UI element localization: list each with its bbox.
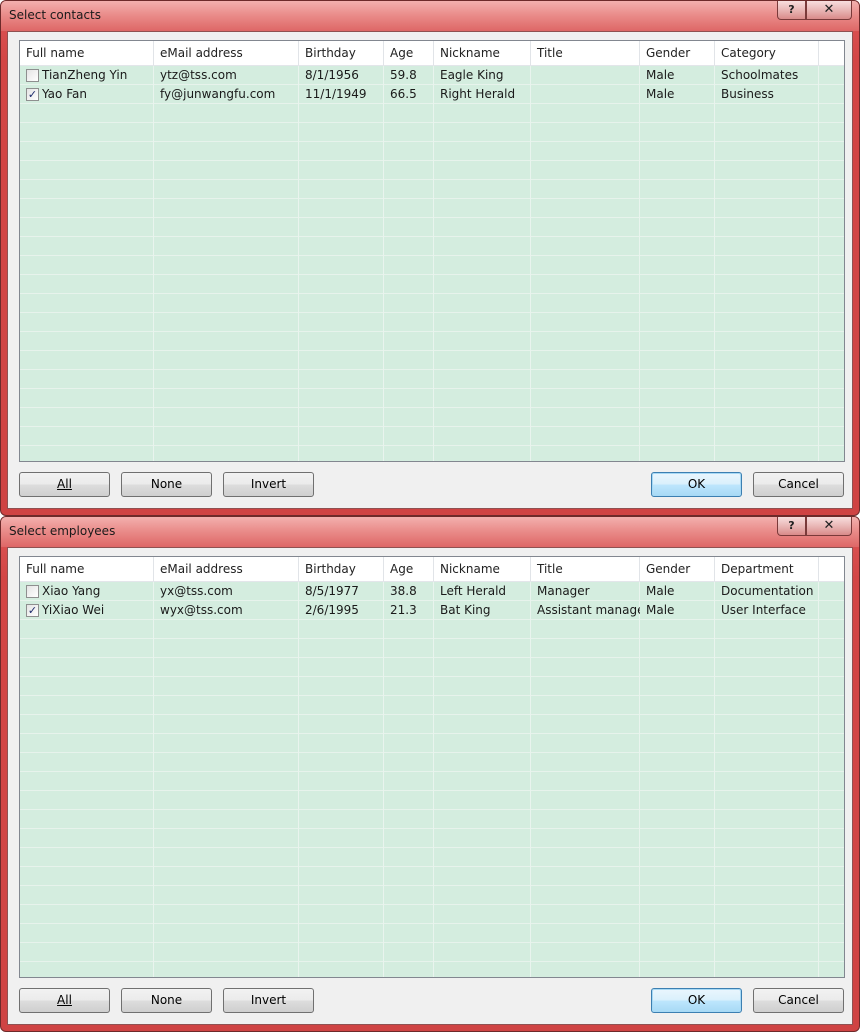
table-row[interactable]: Xiao Yang yx@tss.com 8/5/1977 38.8 Left … [20,582,844,601]
cell-email: fy@junwangfu.com [160,87,276,101]
employees-list[interactable]: Full name eMail address Birthday Age Nic… [19,556,845,978]
column-header-department[interactable]: Department [715,557,819,581]
table-row[interactable]: ✓ Yao Fan fy@junwangfu.com 11/1/1949 66.… [20,85,844,104]
cell-full-name: TianZheng Yin [42,68,128,82]
select-none-button[interactable]: None [121,472,212,497]
column-header-nickname[interactable]: Nickname [434,41,531,65]
help-button[interactable]: ? [777,1,806,20]
help-button[interactable]: ? [777,517,806,536]
cell-nickname: Eagle King [440,68,504,82]
select-all-button[interactable]: All [19,988,110,1013]
cell-title: Manager [537,584,590,598]
ok-button[interactable]: OK [651,472,742,497]
cell-full-name: Xiao Yang [42,584,101,598]
cell-age: 66.5 [390,87,417,101]
column-header-age[interactable]: Age [384,41,434,65]
title-bar[interactable]: Select contacts ? ✕ [1,1,859,31]
cancel-button[interactable]: Cancel [753,988,844,1013]
select-employees-dialog: Select employees ? ✕ Full name eMail add… [0,516,860,1032]
select-all-label: All [57,477,72,491]
cell-birthday: 8/1/1956 [305,68,359,82]
cell-department: User Interface [721,603,806,617]
cell-title [531,66,640,85]
column-header-full-name[interactable]: Full name [20,557,154,581]
select-all-button[interactable]: All [19,472,110,497]
cell-nickname: Bat King [440,603,491,617]
select-none-button[interactable]: None [121,988,212,1013]
column-header-gender[interactable]: Gender [640,41,715,65]
cell-birthday: 2/6/1995 [305,603,359,617]
cell-full-name: YiXiao Wei [42,603,105,617]
cell-category: Schoolmates [721,68,799,82]
select-contacts-dialog: Select contacts ? ✕ Full name eMail addr… [0,0,860,516]
cell-email: wyx@tss.com [160,603,243,617]
cell-category: Business [721,87,774,101]
invert-label: Invert [250,477,287,491]
cell-title [531,85,640,104]
invert-selection-button[interactable]: Invert [223,988,314,1013]
cell-nickname: Right Herald [440,87,516,101]
column-header-full-name[interactable]: Full name [20,41,154,65]
column-header-nickname[interactable]: Nickname [434,557,531,581]
dialog-client-area: Full name eMail address Birthday Age Nic… [7,547,853,1025]
close-button[interactable]: ✕ [806,1,852,20]
list-header: Full name eMail address Birthday Age Nic… [20,41,844,66]
cell-gender: Male [646,68,675,82]
dialog-title: Select contacts [9,8,101,22]
column-header-filler [819,41,844,65]
invert-selection-button[interactable]: Invert [223,472,314,497]
column-header-title[interactable]: Title [531,557,640,581]
cell-gender: Male [646,584,675,598]
column-header-gender[interactable]: Gender [640,557,715,581]
select-none-label: None [150,477,183,491]
cell-nickname: Left Herald [440,584,507,598]
column-header-category[interactable]: Category [715,41,819,65]
cell-email: yx@tss.com [160,584,233,598]
column-header-birthday[interactable]: Birthday [299,41,384,65]
close-button[interactable]: ✕ [806,517,852,536]
select-all-label: All [57,993,72,1007]
cell-title: Assistant manager [537,603,640,617]
cell-full-name: Yao Fan [42,87,87,101]
column-header-birthday[interactable]: Birthday [299,557,384,581]
ok-button[interactable]: OK [651,988,742,1013]
contacts-list[interactable]: Full name eMail address Birthday Age Nic… [19,40,845,462]
list-header: Full name eMail address Birthday Age Nic… [20,557,844,582]
cell-age: 21.3 [390,603,417,617]
invert-label: Invert [250,993,287,1007]
column-header-email[interactable]: eMail address [154,41,299,65]
cell-gender: Male [646,603,675,617]
dialog-title: Select employees [9,524,116,538]
title-bar[interactable]: Select employees ? ✕ [1,517,859,547]
cell-email: ytz@tss.com [160,68,237,82]
cell-gender: Male [646,87,675,101]
table-row[interactable]: ✓ YiXiao Wei wyx@tss.com 2/6/1995 21.3 B… [20,601,844,620]
dialog-client-area: Full name eMail address Birthday Age Nic… [7,31,853,509]
cell-birthday: 8/5/1977 [305,584,359,598]
table-row[interactable]: TianZheng Yin ytz@tss.com 8/1/1956 59.8 … [20,66,844,85]
cell-age: 38.8 [390,584,417,598]
cell-department: Documentation [721,584,814,598]
column-header-email[interactable]: eMail address [154,557,299,581]
cell-birthday: 11/1/1949 [305,87,367,101]
column-header-age[interactable]: Age [384,557,434,581]
cell-age: 59.8 [390,68,417,82]
select-none-label: None [150,993,183,1007]
cancel-button[interactable]: Cancel [753,472,844,497]
column-header-filler [819,557,844,581]
column-header-title[interactable]: Title [531,41,640,65]
